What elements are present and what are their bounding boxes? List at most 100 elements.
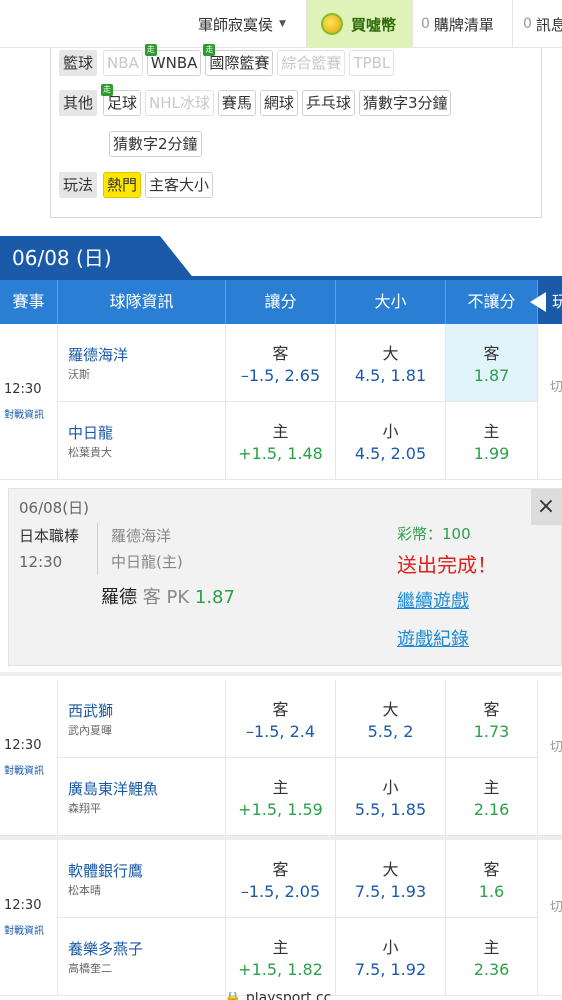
chip-soccer[interactable]: 走足球 xyxy=(101,84,142,116)
ml-home-odds[interactable]: 主 2.36 xyxy=(446,918,538,996)
match-row: 12:30 對戰資訊 西武獅 武內夏暉 廣島東洋鯉魚 森翔平 客 –1.5, 2… xyxy=(0,680,562,836)
away-team-cell: 西武獅 武內夏暉 xyxy=(58,680,226,758)
spread-away-value: –1.5, 2.4 xyxy=(245,722,316,741)
total-over-odds[interactable]: 大 4.5, 1.81 xyxy=(336,324,446,402)
popup-coins: 彩幣：100 xyxy=(397,525,471,543)
total-under-odds[interactable]: 小 4.5, 2.05 xyxy=(336,402,446,480)
ml-away-side: 客 xyxy=(483,860,500,879)
chip-home-away-total[interactable]: 主客大小 xyxy=(145,172,214,198)
away-team-name[interactable]: 軟體銀行鷹 xyxy=(68,860,143,881)
top-bar: 軍師寂寞侯 ▼ 買噓幣 0 購牌清單 0 訊息 xyxy=(0,0,562,48)
chip-hot[interactable]: 熱門 xyxy=(103,172,142,198)
match-info-link[interactable]: 對戰資訊 xyxy=(4,762,44,777)
continue-game-link[interactable]: 繼續遊戲 xyxy=(397,587,469,613)
chip-intl-basketball[interactable]: 走國際籃賽 xyxy=(203,44,274,76)
total-over-side: 大 xyxy=(382,344,399,363)
chip-guess-2min[interactable]: 猜數字2分鐘 xyxy=(109,131,202,157)
footer-url-text: playsport.cc xyxy=(245,992,332,1000)
chip-tennis[interactable]: 網球 xyxy=(259,90,298,116)
spread-home-side: 主 xyxy=(272,938,289,957)
cart-button[interactable]: 0 購牌清單 xyxy=(412,0,512,48)
match-info-link[interactable]: 對戰資訊 xyxy=(4,922,44,937)
popup-pick-team: 羅德 xyxy=(101,587,137,608)
total-under-side: 小 xyxy=(382,938,399,957)
date-tab[interactable]: 06/08 (日) xyxy=(0,236,195,280)
spread-away-odds[interactable]: 客 –1.5, 2.05 xyxy=(226,840,336,918)
home-team-name[interactable]: 養樂多燕子 xyxy=(68,938,143,959)
match-time-cell: 12:30 對戰資訊 xyxy=(0,680,58,836)
total-over-value: 7.5, 1.93 xyxy=(354,882,427,901)
popup-team2: 中日龍(主) xyxy=(111,553,183,571)
spread-away-odds[interactable]: 客 –1.5, 2.65 xyxy=(226,324,336,402)
total-over-side: 大 xyxy=(382,700,399,719)
ml-away-side: 客 xyxy=(483,700,500,719)
spread-home-value: +1.5, 1.59 xyxy=(238,800,323,819)
chip-intl-basketball-label: 國際籃賽 xyxy=(209,54,270,72)
home-team-name[interactable]: 廣島東洋鯉魚 xyxy=(68,778,158,799)
home-pitcher: 松葉貴大 xyxy=(68,446,112,459)
divider xyxy=(0,672,562,676)
chip-nhl[interactable]: NHL冰球 xyxy=(145,90,214,116)
th-moneyline: 不讓分 xyxy=(446,280,538,324)
cut-button[interactable]: 切 xyxy=(550,736,562,755)
chip-guess-3min[interactable]: 猜數字3分鐘 xyxy=(358,90,452,116)
spread-home-odds[interactable]: 主 +1.5, 1.59 xyxy=(226,758,336,836)
away-team-cell: 羅德海洋 沃斯 xyxy=(58,324,226,402)
chip-tpbl[interactable]: TPBL xyxy=(349,50,395,76)
th-extra[interactable]: 玩 xyxy=(530,280,562,324)
table-header: 賽事 球隊資訊 讓分 大小 不讓分 玩 xyxy=(0,280,562,324)
close-icon[interactable]: × xyxy=(531,489,561,525)
cut-button[interactable]: 切 xyxy=(550,896,562,915)
chip-mixed-basketball[interactable]: 綜合籃賽 xyxy=(277,50,346,76)
total-under-odds[interactable]: 小 7.5, 1.92 xyxy=(336,918,446,996)
home-pitcher: 森翔平 xyxy=(68,802,101,815)
filter-row-basketball: 籃球 NBA 走 WNBA 走國際籃賽 綜合籃賽 TPBL xyxy=(59,44,398,76)
chip-table-tennis[interactable]: 乒乓球 xyxy=(301,90,355,116)
cut-button[interactable]: 切 xyxy=(550,376,562,395)
buy-coin-button[interactable]: 買噓幣 xyxy=(306,0,412,48)
ml-away-odds[interactable]: 客 1.6 xyxy=(446,840,538,918)
chip-nba[interactable]: NBA xyxy=(103,50,143,76)
chip-horse-racing[interactable]: 賽馬 xyxy=(217,90,256,116)
ml-away-odds[interactable]: 客 1.73 xyxy=(446,680,538,758)
user-menu[interactable]: 軍師寂寞侯 ▼ xyxy=(186,0,306,48)
away-team-name[interactable]: 羅德海洋 xyxy=(68,344,128,365)
chip-wnba[interactable]: 走 WNBA xyxy=(144,44,202,76)
ml-home-odds[interactable]: 主 2.16 xyxy=(446,758,538,836)
spread-away-side: 客 xyxy=(272,344,289,363)
filter-row-play: 玩法 熱門 主客大小 xyxy=(59,172,217,198)
spread-home-odds[interactable]: 主 +1.5, 1.82 xyxy=(226,918,336,996)
ml-home-value: 2.16 xyxy=(473,800,510,819)
ml-home-side: 主 xyxy=(483,938,500,957)
message-count: 0 xyxy=(523,16,532,32)
total-over-odds[interactable]: 大 5.5, 2 xyxy=(336,680,446,758)
total-under-odds[interactable]: 小 5.5, 1.85 xyxy=(336,758,446,836)
bet-confirmation-popup: 06/08(日) 日本職棒 12:30 羅德海洋 中日龍(主) 羅德 客 PK … xyxy=(8,488,562,666)
ml-home-odds[interactable]: 主 1.99 xyxy=(446,402,538,480)
game-history-link[interactable]: 遊戲紀錄 xyxy=(397,625,469,651)
ml-away-value: 1.87 xyxy=(473,366,510,385)
home-team-cell: 養樂多燕子 高橋奎二 xyxy=(58,918,226,996)
away-team-name[interactable]: 西武獅 xyxy=(68,700,113,721)
popup-divider xyxy=(97,523,98,575)
ml-home-side: 主 xyxy=(483,422,500,441)
ml-away-odds[interactable]: 客 1.87 xyxy=(446,324,538,402)
total-over-odds[interactable]: 大 7.5, 1.93 xyxy=(336,840,446,918)
total-over-value: 5.5, 2 xyxy=(367,722,414,741)
spread-home-odds[interactable]: 主 +1.5, 1.48 xyxy=(226,402,336,480)
home-pitcher: 高橋奎二 xyxy=(68,962,112,975)
live-badge: 走 xyxy=(101,84,114,96)
th-event: 賽事 xyxy=(0,280,58,324)
filter-row-other-2: 猜數字2分鐘 xyxy=(109,131,206,157)
spread-home-side: 主 xyxy=(272,778,289,797)
spread-away-value: –1.5, 2.65 xyxy=(240,366,321,385)
home-team-name[interactable]: 中日龍 xyxy=(68,422,113,443)
match-info-link[interactable]: 對戰資訊 xyxy=(4,406,44,421)
spread-away-odds[interactable]: 客 –1.5, 2.4 xyxy=(226,680,336,758)
away-pitcher: 松本晴 xyxy=(68,884,101,897)
lock-icon: 🔒 xyxy=(224,992,242,1000)
live-badge: 走 xyxy=(203,44,216,56)
th-team-info: 球隊資訊 xyxy=(58,280,226,324)
message-button[interactable]: 0 訊息 xyxy=(512,0,562,48)
away-pitcher: 沃斯 xyxy=(68,368,90,381)
